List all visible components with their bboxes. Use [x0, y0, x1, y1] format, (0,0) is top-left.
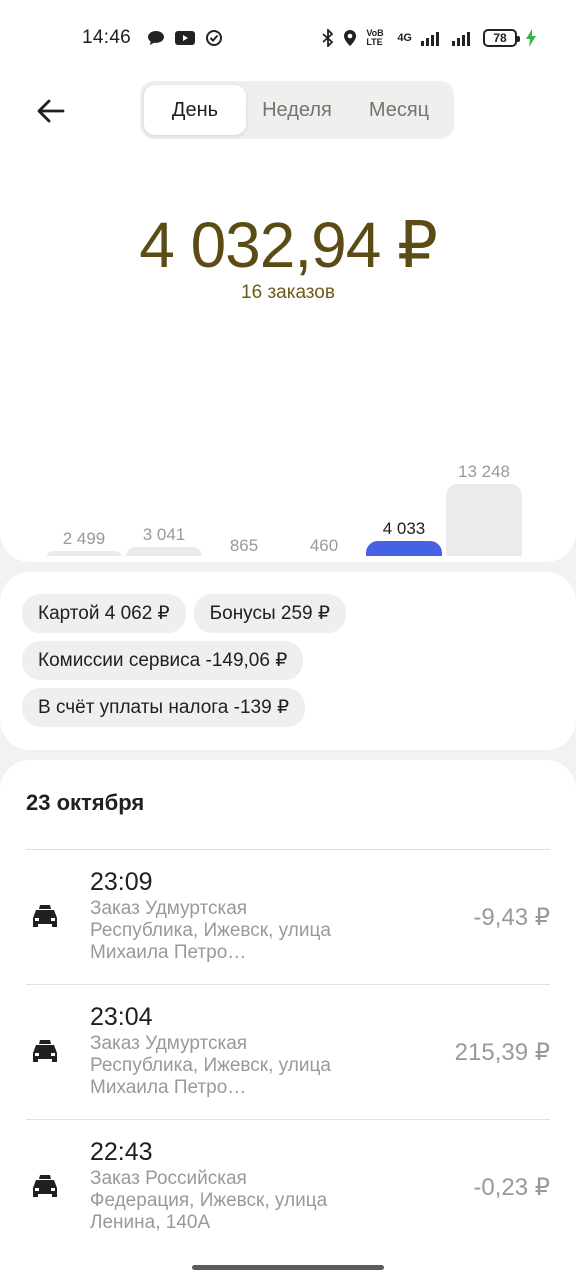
- taxi-icon: [33, 1175, 57, 1197]
- summary-card: День Неделя Месяц 4 032,94 ₽ 16 заказов …: [0, 76, 576, 562]
- bluetooth-icon: [322, 29, 334, 47]
- status-time: 14:46: [82, 27, 132, 48]
- chip-card-payment[interactable]: Картой 4 062 ₽: [22, 594, 186, 633]
- chart-bar[interactable]: [446, 484, 522, 556]
- volte-indicator: VoB LTE: [366, 28, 384, 47]
- list-item[interactable]: 23:09 Заказ Удмуртская Республика, Ижевс…: [26, 849, 550, 984]
- breakdown-card: Картой 4 062 ₽ Бонусы 259 ₽ Комиссии сер…: [0, 572, 576, 750]
- bar-value-label: 3 041: [143, 525, 186, 544]
- order-amount: -0,23 ₽: [473, 1174, 550, 1201]
- bar-value-label: 865: [230, 536, 258, 555]
- total-amount: 4 032,94 ₽: [139, 209, 438, 281]
- order-amount: -9,43 ₽: [473, 904, 550, 931]
- signal-icon-2: [452, 30, 474, 46]
- tab-day[interactable]: День: [144, 85, 246, 135]
- chat-bubble-icon: [147, 30, 165, 46]
- orders-count: 16 заказов: [241, 282, 335, 303]
- youtube-icon: [175, 31, 196, 45]
- chart-bar[interactable]: [46, 551, 122, 556]
- tab-week[interactable]: Неделя: [246, 85, 348, 135]
- battery-icon: 78: [483, 29, 520, 47]
- list-date: 23 октября: [26, 790, 145, 815]
- back-button[interactable]: [34, 94, 68, 128]
- order-amount: 215,39 ₽: [454, 1039, 550, 1066]
- orders-list: 23 октября 23:09 Заказ Удмуртская Респуб…: [0, 760, 576, 1280]
- chart-bar[interactable]: [126, 547, 202, 556]
- home-indicator[interactable]: [192, 1265, 384, 1270]
- order-address: Заказ Удмуртская Республика, Ижевск, ули…: [90, 1033, 331, 1098]
- chip-tax[interactable]: В счёт уплаты налога -139 ₽: [22, 688, 306, 727]
- chart-bar[interactable]: [366, 541, 442, 556]
- period-switcher: День Неделя Месяц: [140, 81, 454, 139]
- arrow-left-icon: [37, 99, 65, 123]
- check-circle-icon: [205, 29, 223, 47]
- order-time: 23:04: [90, 1003, 153, 1031]
- earnings-chart: 2 49919Окт3 04120Окт86521Окт46022Окт4 03…: [46, 462, 522, 556]
- bar-value-label: 460: [310, 536, 338, 555]
- list-item[interactable]: 23:04 Заказ Удмуртская Республика, Ижевс…: [26, 984, 550, 1119]
- bar-value-label: 2 499: [63, 529, 106, 548]
- status-bar: 14:46 VoB LTE 4G 78: [0, 0, 576, 76]
- order-time: 23:09: [90, 868, 153, 896]
- order-address: Заказ Российская Федерация, Ижевск, улиц…: [90, 1168, 328, 1233]
- signal-icon: [421, 30, 443, 46]
- chip-bonuses[interactable]: Бонусы 259 ₽: [193, 594, 346, 633]
- list-item[interactable]: 22:43 Заказ Российская Федерация, Ижевск…: [26, 1119, 550, 1254]
- tab-month[interactable]: Месяц: [348, 85, 450, 135]
- charging-icon: [526, 29, 536, 47]
- taxi-icon: [33, 1040, 57, 1062]
- bar-value-label: 4 033: [383, 519, 426, 538]
- order-time: 22:43: [90, 1138, 153, 1166]
- network-type: 4G: [397, 32, 412, 44]
- order-address: Заказ Удмуртская Республика, Ижевск, ули…: [90, 898, 331, 963]
- taxi-icon: [33, 905, 57, 927]
- chip-service-fee[interactable]: Комиссии сервиса -149,06 ₽: [22, 641, 304, 680]
- location-icon: [343, 29, 357, 47]
- bar-value-label: 13 248: [458, 462, 510, 481]
